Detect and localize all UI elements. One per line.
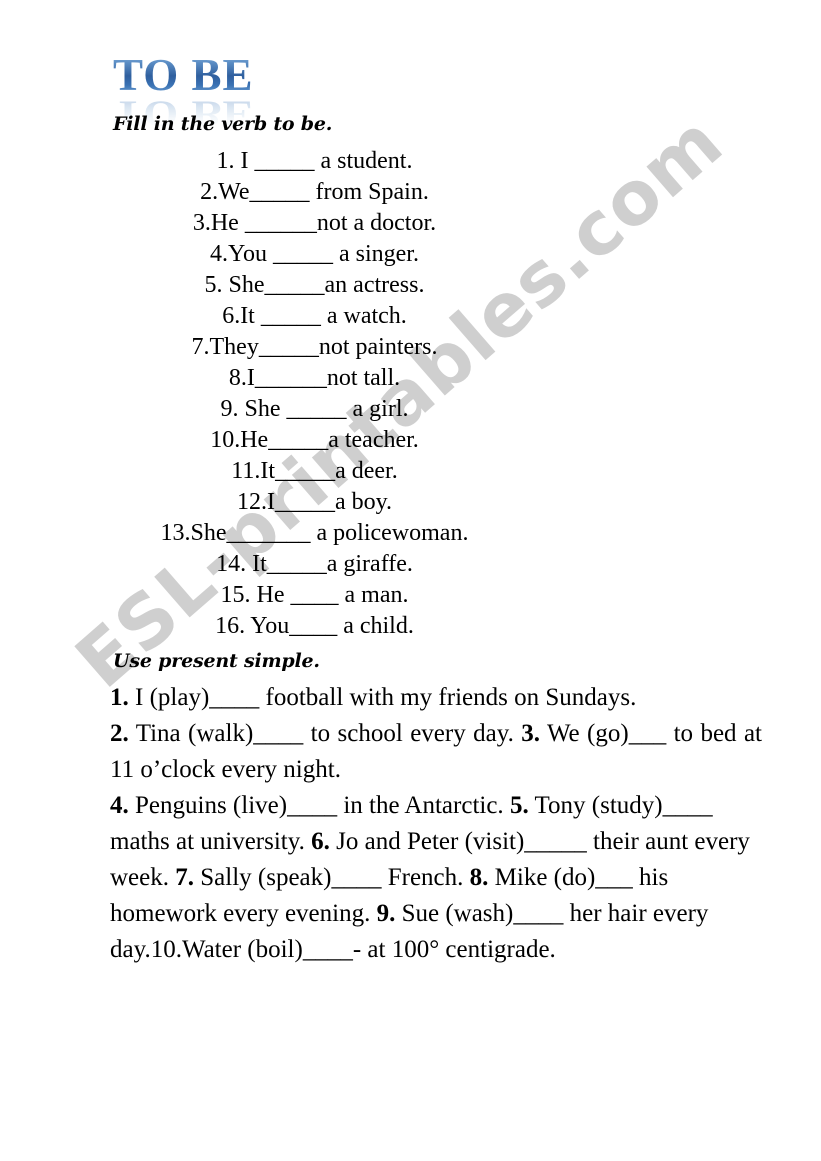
tobe-item: 2.We_____ from Spain.	[200, 179, 429, 205]
tobe-item: 4.You _____ a singer.	[210, 241, 419, 267]
exercise-number: 7.	[175, 864, 194, 891]
tobe-item: 12.I_____a boy.	[236, 489, 393, 515]
tobe-item: 1. I _____ a student.	[216, 148, 413, 174]
tobe-exercise-list: 1. I _____ a student. 2.We_____ from Spai…	[0, 146, 821, 642]
page-title: TO BE	[113, 50, 254, 100]
exercise-number: 6.	[311, 828, 330, 855]
tobe-item: 5. She_____an actress.	[204, 272, 425, 298]
tobe-item: 7.They_____not painters.	[191, 334, 438, 360]
exercise-text: Penguins (live)____ in the Antarctic.	[128, 792, 510, 819]
tobe-item: 3.He ______not a doctor.	[192, 210, 437, 236]
exercise-text: Tina (walk)____ to school every day.	[128, 720, 522, 747]
present-simple-paragraph: 4. Penguins (live)____ in the Antarctic.…	[110, 788, 762, 968]
tobe-item: 9. She _____ a girl.	[220, 396, 409, 422]
instruction-fill-in-verb-to-be: Fill in the verb to be.	[113, 113, 333, 135]
exercise-text: Sally (speak)____ French.	[194, 864, 470, 891]
exercise-number: 5.	[509, 792, 529, 819]
tobe-item: 8.I______not tall.	[228, 365, 401, 391]
tobe-item: 16. You____ a child.	[215, 613, 414, 639]
tobe-item: 6.It _____ a watch.	[222, 303, 407, 329]
tobe-item: 15. He ____ a man.	[220, 582, 409, 608]
tobe-item: 13.She_______ a policewoman.	[160, 520, 469, 546]
exercise-text: I (play)____ football with my friends on…	[128, 684, 637, 711]
exercise-number: 1.	[110, 684, 129, 711]
present-simple-paragraph: 2. Tina (walk)____ to school every day. …	[110, 716, 762, 788]
exercise-number: 2.	[110, 720, 129, 747]
exercise-number: 9.	[376, 900, 396, 927]
exercise-number: 8.	[469, 864, 489, 891]
tobe-item: 14. It_____a giraffe.	[216, 551, 413, 577]
present-simple-exercise-block: 1. I (play)____ football with my friends…	[110, 680, 762, 968]
tobe-item: 11.It_____a deer.	[231, 458, 398, 484]
worksheet-page: ESL-printables.com TO BE TO BE Fill in t…	[0, 0, 821, 1161]
tobe-item: 10.He_____a teacher.	[210, 427, 419, 453]
exercise-number: 4.	[110, 792, 129, 819]
instruction-use-present-simple: Use present simple.	[113, 650, 320, 672]
exercise-number: 3.	[521, 720, 541, 747]
present-simple-paragraph: 1. I (play)____ football with my friends…	[110, 680, 762, 716]
